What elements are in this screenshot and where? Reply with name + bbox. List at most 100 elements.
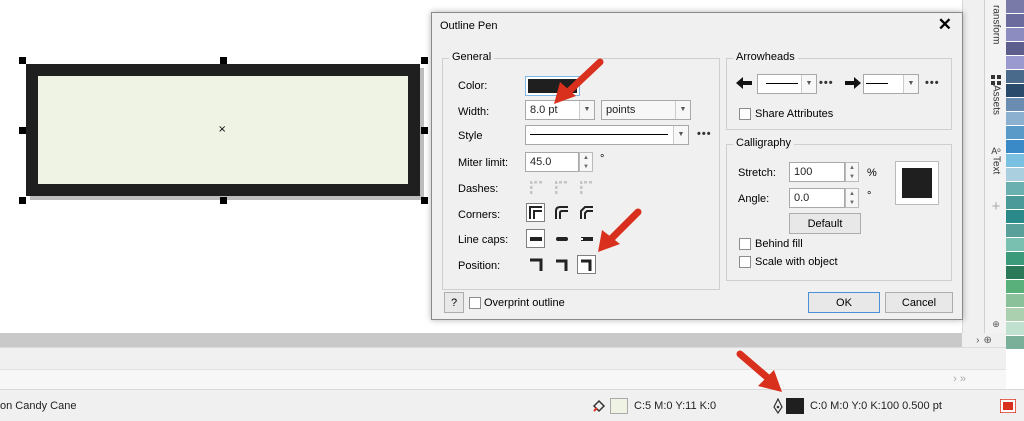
palette-swatch[interactable] <box>1006 70 1024 84</box>
scroll-controls[interactable]: › ⊕ <box>962 333 1006 347</box>
palette-swatch[interactable] <box>1006 14 1024 28</box>
palette-swatch[interactable] <box>1006 196 1024 210</box>
start-arrow-options-icon[interactable]: ••• <box>819 77 834 89</box>
chevron-down-icon[interactable]: ▼ <box>673 126 688 144</box>
inside-position-icon[interactable] <box>577 255 596 274</box>
color-palette[interactable] <box>1006 0 1024 350</box>
palette-swatch[interactable] <box>1006 322 1024 336</box>
chevron-down-icon[interactable]: ▼ <box>675 101 690 119</box>
ok-button[interactable]: OK <box>808 292 880 313</box>
palette-swatch[interactable] <box>1006 84 1024 98</box>
style-label: Style <box>458 130 483 142</box>
status-bar: on Candy Cane C:5 M:0 Y:11 K:0 C:0 M:0 Y… <box>0 389 1024 421</box>
palette-swatch[interactable] <box>1006 56 1024 70</box>
arrowheads-group-title: Arrowheads <box>733 51 798 63</box>
units-select[interactable]: points ▼ <box>601 100 691 120</box>
arrow-left-icon <box>736 77 752 89</box>
scale-with-object-checkbox[interactable] <box>739 256 751 268</box>
miter-input[interactable]: 45.0 <box>525 152 579 172</box>
help-button[interactable]: ? <box>444 292 464 313</box>
outline-info-text: C:0 M:0 Y:0 K:100 0.500 pt <box>810 400 942 412</box>
dialog-title: Outline Pen <box>440 20 498 32</box>
end-arrowhead-select[interactable]: ▼ <box>863 74 919 94</box>
start-arrowhead-select[interactable]: ▼ <box>757 74 817 94</box>
dash-corner-icon[interactable] <box>552 178 571 197</box>
selection-handle[interactable] <box>19 57 26 64</box>
line-style-select[interactable]: ▼ <box>525 125 689 145</box>
chevron-down-icon[interactable]: ▼ <box>801 75 816 93</box>
palette-swatch[interactable] <box>1006 98 1024 112</box>
fill-color-swatch[interactable] <box>610 398 628 414</box>
selection-handle[interactable] <box>421 57 428 64</box>
palette-swatch[interactable] <box>1006 224 1024 238</box>
palette-swatch[interactable] <box>1006 154 1024 168</box>
palette-swatch[interactable] <box>1006 182 1024 196</box>
vertical-scrollbar[interactable] <box>962 0 984 333</box>
angle-label: Angle: <box>738 193 770 205</box>
round-cap-icon[interactable] <box>552 229 571 248</box>
center-position-icon[interactable] <box>552 255 571 274</box>
tab-assets[interactable]: Assets <box>985 60 1007 130</box>
palette-swatch[interactable] <box>1006 42 1024 56</box>
palette-swatch[interactable] <box>1006 0 1024 14</box>
palette-swatch[interactable] <box>1006 266 1024 280</box>
cancel-button[interactable]: Cancel <box>885 292 953 313</box>
width-label: Width: <box>458 106 490 118</box>
palette-swatch[interactable] <box>1006 28 1024 42</box>
palette-swatch[interactable] <box>1006 210 1024 224</box>
overprint-outline-checkbox[interactable] <box>469 297 481 309</box>
nib-preview[interactable] <box>895 161 939 205</box>
zoom-icon[interactable]: ⊕ <box>983 335 991 346</box>
tab-text[interactable]: Aᵒ Text <box>985 135 1007 185</box>
stretch-input[interactable]: 100 <box>789 162 845 182</box>
stretch-spinner[interactable]: ▲ ▼ <box>845 162 859 182</box>
palette-swatch[interactable] <box>1006 308 1024 322</box>
horizontal-scrollbar[interactable] <box>0 333 962 347</box>
color-proof-icon[interactable] <box>1000 399 1016 413</box>
selection-handle[interactable] <box>19 127 26 134</box>
add-docker-icon[interactable]: + <box>985 196 1007 216</box>
scroll-right-icon[interactable]: › <box>976 335 979 346</box>
outside-position-icon[interactable] <box>526 255 545 274</box>
palette-swatch[interactable] <box>1006 252 1024 266</box>
stretch-unit: % <box>867 167 877 179</box>
palette-swatch[interactable] <box>1006 336 1024 350</box>
palette-swatch[interactable] <box>1006 238 1024 252</box>
zoom-icon[interactable]: ⊕ <box>985 314 1007 334</box>
selection-handle[interactable] <box>220 57 227 64</box>
palette-swatch[interactable] <box>1006 112 1024 126</box>
dashes-label: Dashes: <box>458 183 499 195</box>
miter-value: 45.0 <box>530 156 552 168</box>
chevron-down-icon[interactable]: ▼ <box>903 75 918 93</box>
close-icon[interactable]: ✕ <box>938 15 952 35</box>
butt-cap-icon[interactable] <box>526 229 545 248</box>
corners-label: Corners: <box>458 209 501 221</box>
share-attributes-checkbox[interactable] <box>739 108 751 120</box>
miter-corner-icon[interactable] <box>526 203 545 222</box>
behind-fill-checkbox[interactable] <box>739 238 751 250</box>
outline-color-swatch[interactable] <box>786 398 804 414</box>
palette-swatch[interactable] <box>1006 126 1024 140</box>
behind-fill-label: Behind fill <box>755 238 803 250</box>
palette-swatch[interactable] <box>1006 168 1024 182</box>
selection-handle[interactable] <box>19 197 26 204</box>
default-button[interactable]: Default <box>789 213 861 234</box>
angle-input[interactable]: 0.0 <box>789 188 845 208</box>
selection-handle[interactable] <box>421 197 428 204</box>
dash-corner-icon[interactable] <box>527 178 546 197</box>
dash-corner-icon[interactable] <box>577 178 596 197</box>
palette-swatch[interactable] <box>1006 294 1024 308</box>
selection-handle[interactable] <box>421 127 428 134</box>
pen-nib-icon <box>773 398 783 414</box>
selection-handle[interactable] <box>220 197 227 204</box>
miter-spinner[interactable]: ▲ ▼ <box>579 152 593 172</box>
end-arrow-options-icon[interactable]: ••• <box>925 77 940 89</box>
page-next-icon[interactable]: › » <box>953 373 966 385</box>
palette-swatch[interactable] <box>1006 280 1024 294</box>
angle-spinner[interactable]: ▲ ▼ <box>845 188 859 208</box>
miter-label: Miter limit: <box>458 157 509 169</box>
round-corner-icon[interactable] <box>552 203 571 222</box>
tab-transform[interactable]: ransform <box>985 0 1007 50</box>
palette-swatch[interactable] <box>1006 140 1024 154</box>
more-styles-icon[interactable]: ••• <box>697 128 712 140</box>
